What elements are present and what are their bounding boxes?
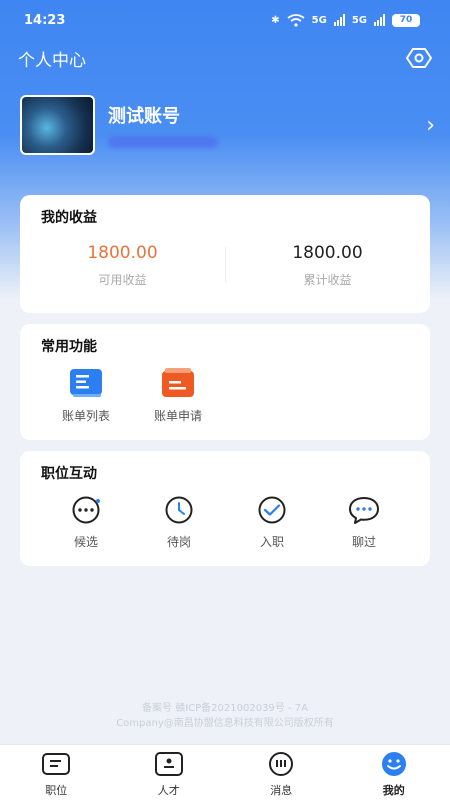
total-earnings-value: 1800.00 [292, 243, 363, 263]
network-type: 5G [311, 14, 327, 26]
chat-icon [349, 497, 379, 524]
onboard-label: 入职 [259, 535, 284, 549]
common-functions-card: 常用功能 账单列表 账单申请 [20, 324, 430, 440]
bill-list-button[interactable]: 账单列表 [46, 368, 126, 424]
copyright: Company@南昌协盟信息科技有限公司版权所有 [116, 718, 334, 729]
check-icon [258, 496, 286, 524]
battery-icon: 70 [392, 13, 420, 27]
tab-position[interactable]: 职位 [0, 745, 113, 800]
eye-settings-icon[interactable] [406, 47, 432, 69]
chevron-right-icon[interactable]: › [426, 113, 435, 138]
candidate-button[interactable]: 候选 [51, 496, 121, 550]
earnings-card: 我的收益 1800.00 可用收益 1800.00 累计收益 [20, 195, 430, 313]
onboard-button[interactable]: 入职 [237, 496, 307, 550]
profile-info: 测试账号 [108, 102, 426, 148]
signal-icon [333, 14, 345, 26]
position-icon [42, 753, 71, 775]
bluetooth-icon: ✱ [271, 14, 280, 26]
waiting-label: 待岗 [166, 535, 191, 549]
bill-list-label: 账单列表 [61, 409, 110, 423]
job-interaction-title: 职位互动 [41, 466, 97, 482]
message-icon [269, 752, 294, 776]
title-bar: 个人中心 [0, 40, 450, 76]
available-earnings-label: 可用收益 [98, 273, 147, 287]
chatted-label: 聊过 [351, 535, 376, 549]
bill-apply-icon [162, 368, 194, 397]
profile-name: 测试账号 [108, 106, 180, 127]
candidate-label: 候选 [73, 535, 98, 549]
candidate-icon [72, 496, 100, 524]
talent-icon [154, 752, 183, 776]
earnings-title: 我的收益 [41, 210, 97, 226]
tab-mine-label: 我的 [382, 784, 405, 797]
status-icons: ✱ 5G 5G 70 [271, 13, 420, 27]
status-bar: 14:23 ✱ 5G 5G 70 [0, 0, 450, 40]
bottom-tab-bar: 职位 人才 消息 我的 [0, 744, 450, 800]
avatar[interactable] [20, 95, 95, 155]
mine-icon [381, 752, 406, 776]
waiting-button[interactable]: 待岗 [144, 496, 214, 550]
total-earnings-label: 累计收益 [303, 273, 352, 287]
tab-message-label: 消息 [270, 784, 293, 797]
tab-talent-label: 人才 [157, 784, 180, 797]
signal-icon-2 [374, 14, 385, 26]
icp-record: 备案号 赣ICP备2021002039号 - 7A [142, 703, 308, 714]
job-interaction-card: 职位互动 候选 待岗 入职 聊过 [20, 451, 430, 566]
profile-redacted-info [108, 136, 218, 148]
status-time: 14:23 [24, 12, 66, 28]
chatted-button[interactable]: 聊过 [329, 496, 399, 550]
network-type-2: 5G [351, 14, 367, 26]
tab-mine[interactable]: 我的 [338, 745, 450, 800]
available-earnings[interactable]: 1800.00 可用收益 [20, 243, 225, 288]
profile-row[interactable]: 测试账号 › [20, 95, 435, 155]
total-earnings[interactable]: 1800.00 累计收益 [225, 243, 430, 288]
wifi-icon [287, 13, 305, 27]
tab-position-label: 职位 [45, 784, 68, 797]
tab-message[interactable]: 消息 [225, 745, 338, 800]
tab-talent[interactable]: 人才 [113, 745, 226, 800]
clock-icon [165, 496, 193, 524]
bill-apply-label: 账单申请 [153, 409, 202, 423]
page-title: 个人中心 [18, 50, 86, 71]
bill-apply-button[interactable]: 账单申请 [138, 368, 218, 424]
available-earnings-value: 1800.00 [87, 243, 158, 263]
bill-list-icon [70, 369, 102, 397]
common-functions-title: 常用功能 [41, 339, 97, 355]
